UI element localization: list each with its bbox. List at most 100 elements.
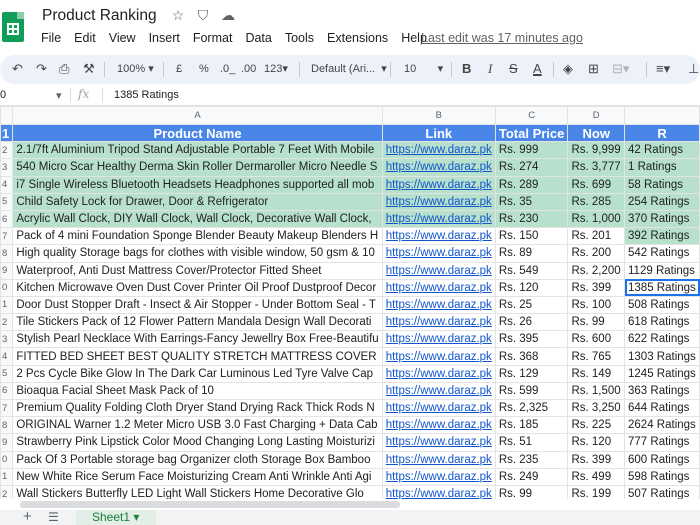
cell-now[interactable]: Rs. 499 <box>567 467 626 486</box>
menu-item-tools[interactable]: Tools <box>285 31 314 45</box>
cell-total-price[interactable]: Rs. 120 <box>494 278 569 297</box>
select-all-corner[interactable] <box>0 106 14 125</box>
increase-decimal-button[interactable]: .00 <box>241 61 256 77</box>
cell-ratings[interactable]: 42 Ratings <box>624 141 700 160</box>
cell-ratings[interactable]: 507 Ratings <box>624 484 700 499</box>
sheets-list-icon[interactable]: ☰ <box>48 510 59 524</box>
cell-total-price[interactable]: Rs. 150 <box>494 227 569 246</box>
cell-ratings[interactable]: 1385 Ratings <box>624 278 700 297</box>
cell-ratings[interactable]: 622 Ratings <box>624 330 700 349</box>
cell-ratings[interactable]: 1 Ratings <box>624 158 700 177</box>
header-cell[interactable]: R <box>624 123 700 143</box>
cell-ratings[interactable]: 254 Ratings <box>624 192 700 211</box>
row-header[interactable]: 6 <box>0 209 14 229</box>
cell-total-price[interactable]: Rs. 235 <box>494 450 569 469</box>
cell-now[interactable]: Rs. 699 <box>567 175 626 194</box>
row-header[interactable]: 4 <box>0 347 14 366</box>
percent-format-button[interactable]: % <box>199 61 209 77</box>
row-header[interactable]: 1 <box>0 123 14 143</box>
cell-total-price[interactable]: Rs. 2,325 <box>494 398 569 418</box>
document-title[interactable]: Product Ranking <box>42 7 157 25</box>
cell-total-price[interactable]: Rs. 89 <box>494 244 569 263</box>
column-header[interactable]: D <box>567 106 626 125</box>
cell-product-name[interactable]: Kitchen Microwave Oven Dust Cover Printe… <box>12 278 383 297</box>
row-header[interactable]: 0 <box>0 450 14 469</box>
cell-link[interactable]: https://www.daraz.pk <box>381 416 496 435</box>
cell-product-name[interactable]: 2 Pcs Cycle Bike Glow In The Dark Car Lu… <box>12 364 383 383</box>
bold-button[interactable]: B <box>462 61 471 77</box>
cell-total-price[interactable]: Rs. 51 <box>494 433 569 452</box>
cell-now[interactable]: Rs. 2,200 <box>567 261 626 280</box>
cell-total-price[interactable]: Rs. 185 <box>494 416 569 435</box>
row-header[interactable]: 7 <box>0 227 14 246</box>
row-header[interactable]: 2 <box>0 141 14 160</box>
cell-total-price[interactable]: Rs. 230 <box>494 209 569 229</box>
last-edit-link[interactable]: Last edit was 17 minutes ago <box>421 31 583 45</box>
cell-link[interactable]: https://www.daraz.pk <box>381 209 496 229</box>
font-size-select[interactable]: 10 ▾ <box>404 61 443 77</box>
cell-now[interactable]: Rs. 9,999 <box>567 141 626 160</box>
cell-now[interactable]: Rs. 99 <box>567 313 626 332</box>
cell-product-name[interactable]: ORIGINAL Warner 1.2 Meter Micro USB 3.0 … <box>12 416 383 435</box>
cell-product-name[interactable]: Pack Of 3 Portable storage bag Organizer… <box>12 450 383 469</box>
merge-cells-icon[interactable]: ⊟▾ <box>612 61 629 77</box>
cell-product-name[interactable]: New White Rice Serum Face Moisturizing C… <box>12 467 383 486</box>
cell-ratings[interactable]: 542 Ratings <box>624 244 700 263</box>
cell-product-name[interactable]: Acrylic Wall Clock, DIY Wall Clock, Wall… <box>12 209 383 229</box>
cell-link[interactable]: https://www.daraz.pk <box>381 141 496 160</box>
cell-link[interactable]: https://www.daraz.pk <box>381 192 496 211</box>
cell-link[interactable]: https://www.daraz.pk <box>381 433 496 452</box>
cell-now[interactable]: Rs. 285 <box>567 192 626 211</box>
row-header[interactable]: 8 <box>0 416 14 435</box>
cell-ratings[interactable]: 1303 Ratings <box>624 347 700 366</box>
decrease-decimal-button[interactable]: .0_ <box>220 61 235 77</box>
cell-link[interactable]: https://www.daraz.pk <box>381 278 496 297</box>
cell-product-name[interactable]: Tile Stickers Pack of 12 Flower Pattern … <box>12 313 383 332</box>
row-header[interactable]: 0 <box>0 278 14 297</box>
cell-total-price[interactable]: Rs. 999 <box>494 141 569 160</box>
cell-product-name[interactable]: 2.1/7ft Aluminium Tripod Stand Adjustabl… <box>12 141 383 160</box>
cell-total-price[interactable]: Rs. 25 <box>494 295 569 315</box>
font-select[interactable]: Default (Ari... ▾ <box>311 61 387 77</box>
menu-item-file[interactable]: File <box>41 31 61 45</box>
cell-total-price[interactable]: Rs. 26 <box>494 313 569 332</box>
cell-now[interactable]: Rs. 399 <box>567 450 626 469</box>
cell-total-price[interactable]: Rs. 368 <box>494 347 569 366</box>
cell-link[interactable]: https://www.daraz.pk <box>381 175 496 194</box>
cell-ratings[interactable]: 618 Ratings <box>624 313 700 332</box>
row-header[interactable]: 1 <box>0 295 14 315</box>
cell-now[interactable]: Rs. 149 <box>567 364 626 383</box>
cloud-saved-icon[interactable]: ☁ <box>220 7 236 24</box>
star-icon[interactable]: ☆ <box>170 7 186 24</box>
borders-icon[interactable]: ⊞ <box>588 61 599 77</box>
header-cell[interactable]: Link <box>381 123 496 143</box>
cell-total-price[interactable]: Rs. 129 <box>494 364 569 383</box>
cell-link[interactable]: https://www.daraz.pk <box>381 381 496 401</box>
cell-product-name[interactable]: FITTED BED SHEET BEST QUALITY STRETCH MA… <box>12 347 383 366</box>
cell-now[interactable]: Rs. 100 <box>567 295 626 315</box>
cell-now[interactable]: Rs. 1,500 <box>567 381 626 401</box>
cell-now[interactable]: Rs. 225 <box>567 416 626 435</box>
cell-now[interactable]: Rs. 765 <box>567 347 626 366</box>
row-header[interactable]: 8 <box>0 244 14 263</box>
cell-ratings[interactable]: 777 Ratings <box>624 433 700 452</box>
column-header[interactable]: C <box>494 106 569 125</box>
row-header[interactable]: 7 <box>0 398 14 418</box>
cell-now[interactable]: Rs. 3,777 <box>567 158 626 177</box>
cell-link[interactable]: https://www.daraz.pk <box>381 227 496 246</box>
print-icon[interactable]: ⎙ <box>59 61 69 77</box>
cell-now[interactable]: Rs. 199 <box>567 484 626 499</box>
cell-product-name[interactable]: Door Dust Stopper Draft - Insect & Air S… <box>12 295 383 315</box>
cell-ratings[interactable]: 508 Ratings <box>624 295 700 315</box>
zoom-select[interactable]: 100% ▾ <box>117 61 154 77</box>
horizontal-align-icon[interactable]: ≡▾ <box>656 61 670 77</box>
cell-ratings[interactable]: 598 Ratings <box>624 467 700 486</box>
redo-icon[interactable]: ↷ <box>36 61 47 77</box>
cell-total-price[interactable]: Rs. 395 <box>494 330 569 349</box>
cell-product-name[interactable]: High quality Storage bags for clothes wi… <box>12 244 383 263</box>
row-header[interactable]: 5 <box>0 192 14 211</box>
cell-ratings[interactable]: 58 Ratings <box>624 175 700 194</box>
cell-total-price[interactable]: Rs. 599 <box>494 381 569 401</box>
menu-item-data[interactable]: Data <box>245 31 271 45</box>
cell-link[interactable]: https://www.daraz.pk <box>381 330 496 349</box>
